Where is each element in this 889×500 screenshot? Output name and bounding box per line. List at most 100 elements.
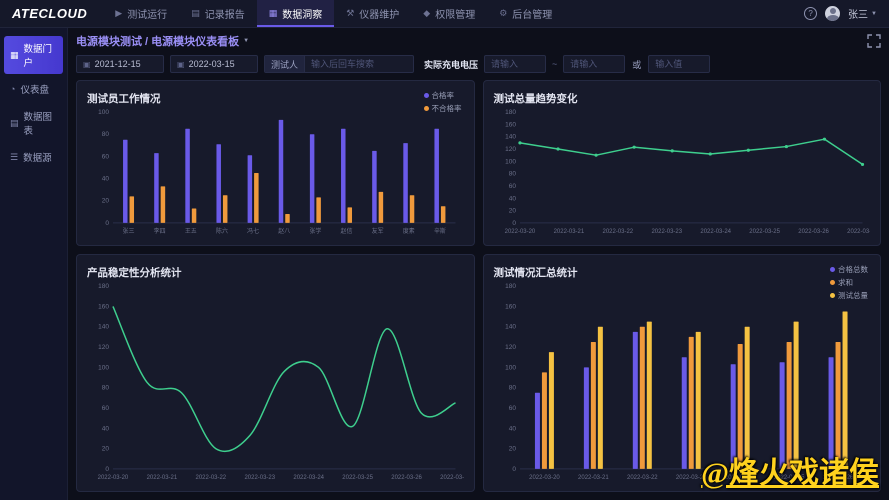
fullscreen-icon[interactable] bbox=[867, 34, 881, 48]
top-navbar: ATECLOUD ▶ 测试运行 ▤ 记录报告 ▦ 数据洞察 ⚒ 仪器维护 ◆ 权… bbox=[0, 0, 889, 28]
svg-text:120: 120 bbox=[505, 344, 516, 351]
voltage-min-input[interactable] bbox=[485, 59, 545, 69]
sidebar-item-data-charts[interactable]: ▤ 数据图表 bbox=[4, 104, 63, 142]
shield-icon: ◆ bbox=[423, 8, 430, 19]
panel-total-trend: 测试总量趋势变化 0204060801001201401601802022-03… bbox=[483, 80, 882, 246]
svg-text:张三: 张三 bbox=[123, 227, 135, 235]
chart-legend: 合格总数求和测试总量 bbox=[830, 264, 868, 301]
legend-item[interactable]: 合格总数 bbox=[830, 264, 868, 275]
value-box bbox=[648, 55, 710, 73]
nav-label: 数据洞察 bbox=[282, 6, 322, 21]
svg-text:赵八: 赵八 bbox=[278, 227, 290, 235]
nav-item-data-insight[interactable]: ▦ 数据洞察 bbox=[257, 0, 335, 27]
svg-text:0: 0 bbox=[512, 220, 516, 227]
legend-item[interactable]: 测试总量 bbox=[830, 290, 868, 301]
avatar[interactable] bbox=[825, 6, 840, 21]
svg-text:2022-03-22: 2022-03-22 bbox=[196, 475, 227, 481]
svg-text:度素: 度素 bbox=[403, 227, 415, 235]
breadcrumb[interactable]: 电源模块测试 / 电源模块仪表看板 ▼ bbox=[76, 33, 249, 49]
sidebar-item-data-source[interactable]: ☰ 数据源 bbox=[4, 145, 63, 169]
end-date-picker[interactable]: ▣ bbox=[170, 55, 258, 73]
legend-label: 合格率 bbox=[432, 90, 455, 101]
svg-text:140: 140 bbox=[98, 324, 109, 331]
end-date-input[interactable] bbox=[189, 59, 251, 69]
user-name: 张三 bbox=[848, 6, 868, 21]
app-logo: ATECLOUD bbox=[0, 0, 103, 27]
svg-text:0: 0 bbox=[512, 466, 516, 473]
svg-text:80: 80 bbox=[508, 385, 516, 392]
svg-text:2022-03-24: 2022-03-24 bbox=[700, 229, 731, 235]
svg-text:60: 60 bbox=[508, 405, 516, 412]
svg-text:80: 80 bbox=[102, 131, 110, 138]
or-label: 或 bbox=[632, 58, 641, 71]
legend-dot-icon bbox=[830, 267, 835, 272]
start-date-input[interactable] bbox=[95, 59, 157, 69]
sidebar-item-label: 数据图表 bbox=[24, 109, 57, 137]
legend-item[interactable]: 合格率 bbox=[424, 90, 455, 101]
nav-label: 仪器维护 bbox=[359, 6, 399, 21]
sidebar-item-dashboard[interactable]: ◔ 仪表盘 bbox=[4, 77, 63, 101]
chart-legend: 合格率不合格率 bbox=[424, 90, 462, 114]
svg-text:张学: 张学 bbox=[309, 227, 321, 235]
app-body: ▦ 数据门户 ◔ 仪表盘 ▤ 数据图表 ☰ 数据源 电源模块测试 / 电源模块仪… bbox=[0, 28, 889, 500]
start-date-picker[interactable]: ▣ bbox=[76, 55, 164, 73]
sidebar-item-data-portal[interactable]: ▦ 数据门户 bbox=[4, 36, 63, 74]
legend-label: 求和 bbox=[838, 277, 853, 288]
svg-text:40: 40 bbox=[508, 195, 516, 202]
svg-text:2022-03-21: 2022-03-21 bbox=[553, 229, 584, 235]
svg-text:100: 100 bbox=[98, 109, 109, 116]
svg-text:20: 20 bbox=[508, 208, 516, 215]
svg-text:2022-03-25: 2022-03-25 bbox=[749, 229, 780, 235]
svg-text:2022-03-25: 2022-03-25 bbox=[342, 475, 373, 481]
svg-text:160: 160 bbox=[505, 303, 516, 310]
svg-text:0: 0 bbox=[105, 466, 109, 473]
play-icon: ▶ bbox=[115, 8, 122, 19]
svg-text:2022-03-20: 2022-03-20 bbox=[529, 475, 560, 481]
legend-dot-icon bbox=[830, 293, 835, 298]
nav-item-admin[interactable]: ⚙ 后台管理 bbox=[487, 0, 564, 27]
help-icon[interactable]: ? bbox=[804, 7, 817, 20]
svg-text:陈六: 陈六 bbox=[216, 227, 228, 235]
sidebar: ▦ 数据门户 ◔ 仪表盘 ▤ 数据图表 ☰ 数据源 bbox=[0, 28, 68, 500]
svg-text:0: 0 bbox=[105, 220, 109, 227]
nav-label: 记录报告 bbox=[205, 6, 245, 21]
navbar-right: ? 张三 ▼ bbox=[804, 0, 889, 27]
breadcrumb-path: 电源模块测试 / 电源模块仪表看板 bbox=[76, 33, 239, 49]
range-separator: ~ bbox=[552, 59, 557, 69]
svg-text:2022-03-26: 2022-03-26 bbox=[440, 475, 463, 481]
nav-item-test-run[interactable]: ▶ 测试运行 bbox=[103, 0, 179, 27]
line-chart-total-trend[interactable]: 0204060801001201401601802022-03-202022-0… bbox=[494, 104, 871, 237]
svg-text:160: 160 bbox=[505, 121, 516, 128]
nav-item-instrument[interactable]: ⚒ 仪器维护 bbox=[334, 0, 411, 27]
tester-search-input[interactable] bbox=[305, 59, 413, 69]
svg-text:40: 40 bbox=[508, 425, 516, 432]
svg-text:80: 80 bbox=[102, 385, 110, 392]
svg-text:80: 80 bbox=[508, 171, 516, 178]
app-root: ATECLOUD ▶ 测试运行 ▤ 记录报告 ▦ 数据洞察 ⚒ 仪器维护 ◆ 权… bbox=[0, 0, 889, 500]
line-chart-stability[interactable]: 0204060801001201401601802022-03-202022-0… bbox=[87, 278, 464, 483]
svg-text:60: 60 bbox=[508, 183, 516, 190]
svg-text:王五: 王五 bbox=[185, 228, 197, 235]
charts-grid: 测试员工作情况 合格率不合格率 020406080100张三李四王五陈六冯七赵八… bbox=[76, 80, 881, 500]
svg-text:40: 40 bbox=[102, 425, 110, 432]
nav-item-permissions[interactable]: ◆ 权限管理 bbox=[411, 0, 487, 27]
legend-dot-icon bbox=[424, 106, 429, 111]
svg-text:2022-03-22: 2022-03-22 bbox=[626, 475, 657, 481]
value-input[interactable] bbox=[649, 59, 709, 69]
legend-item[interactable]: 不合格率 bbox=[424, 103, 462, 114]
main-content: 电源模块测试 / 电源模块仪表看板 ▼ ▣ ▣ bbox=[68, 28, 889, 500]
nav-item-report[interactable]: ▤ 记录报告 bbox=[179, 0, 257, 27]
legend-dot-icon bbox=[424, 93, 429, 98]
legend-item[interactable]: 求和 bbox=[830, 277, 853, 288]
tester-search-group: 测试人 bbox=[264, 55, 414, 73]
svg-text:20: 20 bbox=[102, 446, 110, 453]
voltage-max-input[interactable] bbox=[564, 59, 624, 69]
user-menu[interactable]: 张三 ▼ bbox=[848, 6, 877, 21]
svg-text:120: 120 bbox=[98, 344, 109, 351]
svg-text:100: 100 bbox=[505, 364, 516, 371]
bar-chart-tester-performance[interactable]: 020406080100张三李四王五陈六冯七赵八张学赵信友军度素辛斯 bbox=[87, 104, 464, 237]
svg-text:20: 20 bbox=[508, 446, 516, 453]
sidebar-item-label: 数据源 bbox=[23, 150, 52, 164]
svg-text:100: 100 bbox=[505, 158, 516, 165]
caret-down-icon: ▼ bbox=[871, 11, 877, 17]
